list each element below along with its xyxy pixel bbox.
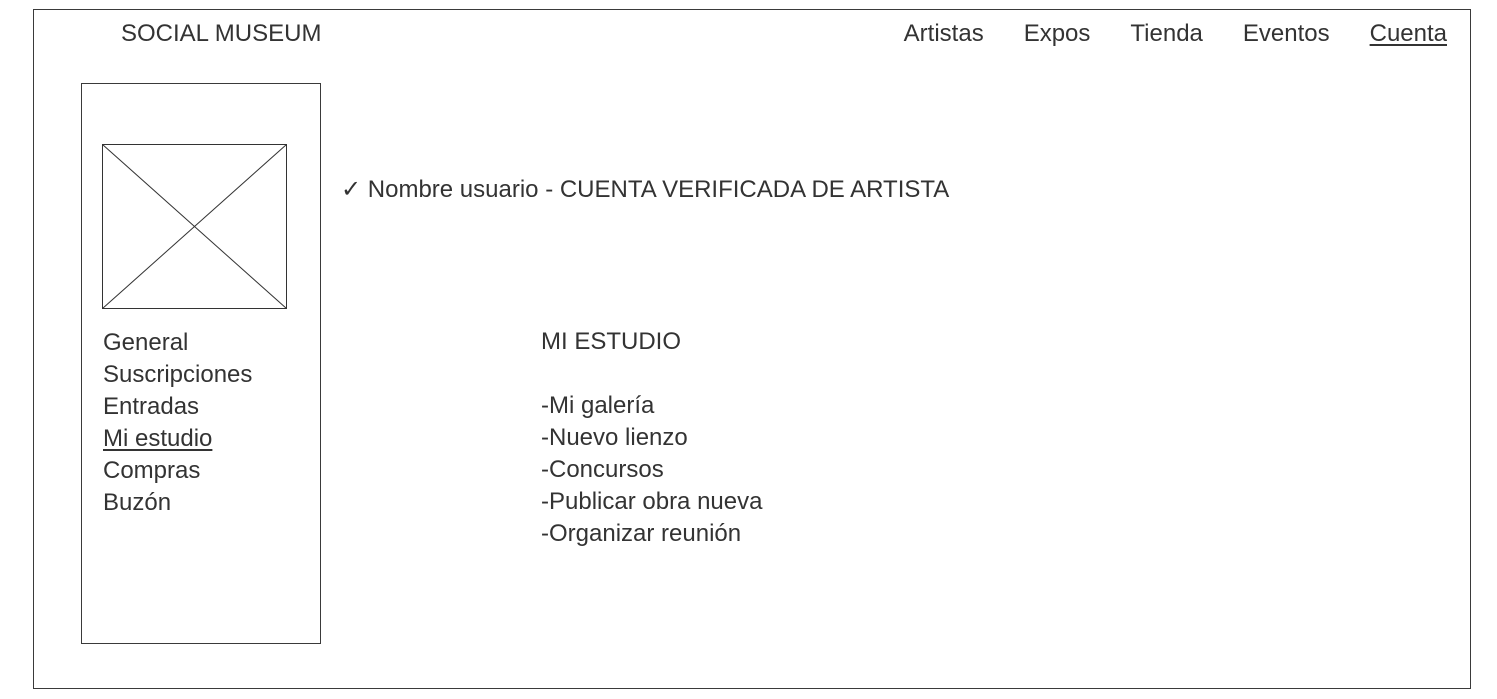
nav-item-cuenta[interactable]: Cuenta [1370, 19, 1447, 49]
nav-item-tienda[interactable]: Tienda [1130, 19, 1203, 49]
option-organizar-reunion[interactable]: -Organizar reunión [541, 518, 762, 550]
studio-options-list: -Mi galería -Nuevo lienzo -Concursos -Pu… [541, 390, 762, 550]
top-nav: Artistas Expos Tienda Eventos Cuenta [904, 19, 1447, 49]
image-placeholder-icon [102, 144, 287, 309]
option-publicar-obra[interactable]: -Publicar obra nueva [541, 486, 762, 518]
user-verification-text: Nombre usuario - CUENTA VERIFICADA DE AR… [367, 176, 950, 203]
verified-user-line: ✓ Nombre usuario - CUENTA VERIFICADA DE … [341, 174, 949, 206]
option-nuevo-lienzo[interactable]: -Nuevo lienzo [541, 422, 762, 454]
nav-item-artistas[interactable]: Artistas [904, 19, 984, 49]
check-icon: ✓ [341, 176, 362, 203]
option-concursos[interactable]: -Concursos [541, 454, 762, 486]
sidebar-menu: General Suscripciones Entradas Mi estudi… [103, 327, 252, 519]
sidebar-item-general[interactable]: General [103, 327, 252, 359]
nav-item-expos[interactable]: Expos [1024, 19, 1091, 49]
sidebar-item-mi-estudio[interactable]: Mi estudio [103, 423, 252, 455]
sidebar-item-buzon[interactable]: Buzón [103, 487, 252, 519]
sidebar-item-suscripciones[interactable]: Suscripciones [103, 359, 252, 391]
section-title: MI ESTUDIO [541, 328, 682, 355]
nav-item-eventos[interactable]: Eventos [1243, 19, 1330, 49]
sidebar-item-compras[interactable]: Compras [103, 455, 252, 487]
option-mi-galeria[interactable]: -Mi galería [541, 390, 762, 422]
brand-logo[interactable]: SOCIAL MUSEUM [121, 19, 321, 49]
sidebar-item-entradas[interactable]: Entradas [103, 391, 252, 423]
